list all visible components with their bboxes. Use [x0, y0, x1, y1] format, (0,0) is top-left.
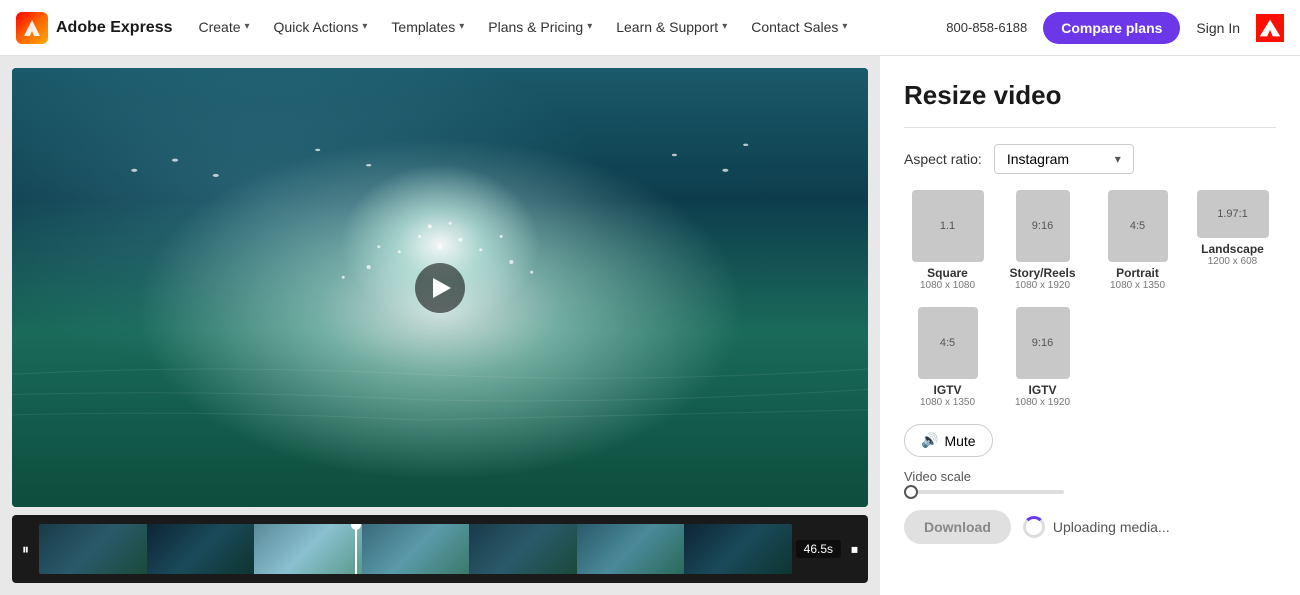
phone-number: 800-858-6188	[934, 20, 1039, 35]
format-card-story-reels[interactable]: 9:16 Story/Reels 1080 x 1920	[999, 190, 1086, 291]
uploading-label: Uploading media...	[1053, 519, 1170, 535]
uploading-status: Uploading media...	[1023, 516, 1170, 538]
video-area: ⏸ 46.5s ⏹	[0, 56, 880, 595]
upload-spinner	[1023, 516, 1045, 538]
navbar: Adobe Express Create ▾ Quick Actions ▾ T…	[0, 0, 1300, 56]
play-icon	[433, 278, 451, 298]
timeline-playhead[interactable]	[355, 524, 357, 574]
panel-title: Resize video	[904, 80, 1276, 111]
nav-learn-support[interactable]: Learn & Support ▾	[606, 0, 737, 56]
video-player[interactable]	[12, 68, 868, 507]
main-content: ⏸ 46.5s ⏹ Resize video Aspect	[0, 56, 1300, 595]
format-size-square: 1080 x 1080	[920, 280, 975, 291]
aspect-ratio-chevron: ▾	[1115, 152, 1121, 166]
format-name-square: Square	[927, 266, 968, 280]
format-size-igtv2: 1080 x 1920	[1015, 397, 1070, 408]
format-size-portrait: 1080 x 1350	[1110, 280, 1165, 291]
aspect-ratio-value: Instagram	[1007, 151, 1107, 167]
video-scale-label: Video scale	[904, 469, 1276, 484]
video-scale-slider[interactable]	[904, 490, 1064, 494]
resize-panel: Resize video Aspect ratio: Instagram ▾ 1…	[880, 56, 1300, 595]
nav-contact-chevron: ▾	[842, 21, 847, 32]
timeline-frame-4	[362, 524, 470, 574]
timeline-frame-5	[469, 524, 577, 574]
format-thumb-igtv2: 9:16	[1016, 307, 1070, 379]
timeline-track[interactable]	[39, 524, 792, 574]
timeline: ⏸ 46.5s ⏹	[12, 515, 868, 583]
play-button[interactable]	[415, 263, 465, 313]
format-card-landscape[interactable]: 1.97:1 Landscape 1200 x 608	[1189, 190, 1276, 291]
format-size-story: 1080 x 1920	[1015, 280, 1070, 291]
mute-label: Mute	[944, 433, 975, 449]
timeline-frame-3	[254, 524, 362, 574]
nav-quick-actions-chevron: ▾	[362, 21, 367, 32]
aspect-ratio-row: Aspect ratio: Instagram ▾	[904, 144, 1276, 174]
format-card-square[interactable]: 1.1 Square 1080 x 1080	[904, 190, 991, 291]
nav-create[interactable]: Create ▾	[188, 0, 259, 56]
logo-icon	[22, 18, 42, 38]
format-card-igtv-916[interactable]: 9:16 IGTV 1080 x 1920	[999, 307, 1086, 408]
format-size-igtv1: 1080 x 1350	[920, 397, 975, 408]
mute-icon: 🔊	[921, 432, 938, 449]
nav-plans-chevron: ▾	[587, 21, 592, 32]
timeline-frame-2	[147, 524, 255, 574]
adobe-logo-icon	[1256, 14, 1284, 42]
panel-divider	[904, 127, 1276, 128]
format-thumb-story: 9:16	[1016, 190, 1070, 262]
format-thumb-square: 1.1	[912, 190, 984, 262]
format-card-portrait[interactable]: 4:5 Portrait 1080 x 1350	[1094, 190, 1181, 291]
adobe-express-logo	[16, 12, 48, 44]
timeline-frame-6	[577, 524, 685, 574]
format-card-igtv-45[interactable]: 4:5 IGTV 1080 x 1350	[904, 307, 991, 408]
format-grid-row2: 4:5 IGTV 1080 x 1350 9:16 IGTV 1080 x 19…	[904, 307, 1276, 408]
format-name-landscape: Landscape	[1201, 242, 1264, 256]
format-name-portrait: Portrait	[1116, 266, 1159, 280]
download-row: Download Uploading media...	[904, 510, 1276, 544]
timeline-end-button[interactable]: ⏹	[845, 537, 864, 562]
nav-quick-actions[interactable]: Quick Actions ▾	[264, 0, 378, 56]
format-size-landscape: 1200 x 608	[1208, 256, 1258, 267]
mute-button[interactable]: 🔊 Mute	[904, 424, 993, 457]
download-button[interactable]: Download	[904, 510, 1011, 544]
nav-plans-pricing[interactable]: Plans & Pricing ▾	[478, 0, 602, 56]
timeline-frame-1	[39, 524, 147, 574]
nav-templates[interactable]: Templates ▾	[381, 0, 474, 56]
aspect-ratio-select[interactable]: Instagram ▾	[994, 144, 1134, 174]
scale-slider-row	[904, 490, 1276, 494]
nav-contact-sales[interactable]: Contact Sales ▾	[741, 0, 857, 56]
format-name-igtv2: IGTV	[1028, 383, 1056, 397]
format-thumb-portrait: 4:5	[1108, 190, 1168, 262]
format-thumb-igtv1: 4:5	[918, 307, 978, 379]
timeline-frames	[39, 524, 792, 574]
compare-plans-button[interactable]: Compare plans	[1043, 12, 1180, 44]
timeline-duration: 46.5s	[796, 540, 841, 558]
brand-name: Adobe Express	[56, 19, 172, 37]
format-name-story: Story/Reels	[1009, 266, 1075, 280]
nav-create-chevron: ▾	[245, 21, 250, 32]
timeline-frame-7	[684, 524, 792, 574]
format-name-igtv1: IGTV	[933, 383, 961, 397]
format-grid-row1: 1.1 Square 1080 x 1080 9:16 Story/Reels …	[904, 190, 1276, 291]
nav-templates-chevron: ▾	[459, 21, 464, 32]
sign-in-link[interactable]: Sign In	[1184, 20, 1252, 36]
timeline-pause-button[interactable]: ⏸	[16, 537, 35, 562]
nav-learn-chevron: ▾	[722, 21, 727, 32]
format-thumb-landscape: 1.97:1	[1197, 190, 1269, 238]
brand-logo-link[interactable]: Adobe Express	[16, 12, 172, 44]
aspect-ratio-label: Aspect ratio:	[904, 151, 982, 167]
